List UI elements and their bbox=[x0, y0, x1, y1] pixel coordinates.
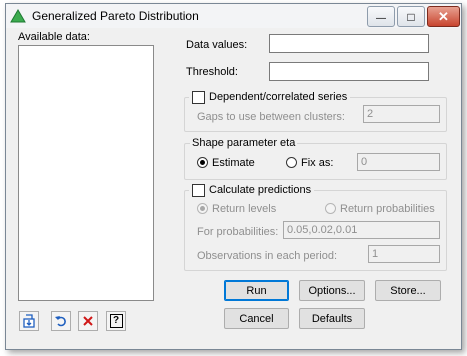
options-button[interactable]: Options... bbox=[299, 280, 365, 301]
close-button[interactable]: ✕ bbox=[427, 6, 460, 27]
predictions-checkbox[interactable] bbox=[192, 183, 205, 197]
dependent-checkbox[interactable] bbox=[192, 90, 205, 104]
select-data-icon bbox=[23, 314, 35, 328]
threshold-label: Threshold: bbox=[186, 66, 238, 78]
fix-as-label: Fix as: bbox=[301, 157, 334, 169]
run-button[interactable]: Run bbox=[224, 280, 289, 301]
for-probabilities-label: For probabilities: bbox=[197, 226, 279, 238]
return-levels-label: Return levels bbox=[212, 203, 277, 215]
undo-button[interactable] bbox=[51, 311, 71, 331]
minimize-button[interactable]: — bbox=[367, 6, 395, 27]
threshold-field[interactable] bbox=[269, 62, 429, 81]
dependent-checkbox-row[interactable]: Dependent/correlated series bbox=[189, 89, 351, 105]
help-button[interactable]: ? bbox=[106, 311, 126, 331]
return-levels-radio[interactable] bbox=[197, 203, 208, 214]
fix-as-field[interactable]: 0 bbox=[357, 153, 440, 171]
minimize-icon: — bbox=[376, 12, 386, 24]
return-probabilities-label: Return probabilities bbox=[340, 203, 435, 215]
estimate-radio[interactable] bbox=[197, 157, 208, 168]
available-data-label: Available data: bbox=[18, 31, 90, 43]
close-icon: ✕ bbox=[438, 8, 449, 24]
shape-group-label: Shape parameter eta bbox=[190, 137, 298, 149]
gaps-field[interactable]: 2 bbox=[363, 105, 440, 123]
gaps-label: Gaps to use between clusters: bbox=[197, 111, 345, 123]
observations-field[interactable]: 1 bbox=[368, 245, 440, 263]
maximize-button[interactable]: □ bbox=[397, 6, 425, 27]
clear-icon bbox=[83, 316, 93, 326]
title-bar[interactable]: Generalized Pareto Distribution — □ ✕ bbox=[6, 4, 461, 28]
fix-as-radio[interactable] bbox=[286, 157, 297, 168]
store-button[interactable]: Store... bbox=[375, 280, 441, 301]
dialog-window: Generalized Pareto Distribution — □ ✕ Av… bbox=[5, 3, 462, 350]
predictions-label: Calculate predictions bbox=[209, 184, 312, 196]
cancel-button[interactable]: Cancel bbox=[224, 308, 289, 329]
estimate-label: Estimate bbox=[212, 157, 255, 169]
for-probabilities-field[interactable]: 0.05,0.02,0.01 bbox=[283, 221, 440, 239]
data-values-label: Data values: bbox=[186, 39, 248, 51]
observations-label: Observations in each period: bbox=[197, 250, 338, 262]
return-probabilities-radio[interactable] bbox=[325, 203, 336, 214]
window-title: Generalized Pareto Distribution bbox=[32, 9, 199, 23]
data-values-field[interactable] bbox=[269, 34, 429, 53]
available-data-list[interactable] bbox=[18, 45, 154, 301]
clear-button[interactable] bbox=[78, 311, 98, 331]
maximize-icon: □ bbox=[407, 9, 415, 24]
undo-icon bbox=[55, 316, 66, 327]
select-data-button[interactable] bbox=[19, 311, 39, 331]
defaults-button[interactable]: Defaults bbox=[299, 308, 365, 329]
dependent-label: Dependent/correlated series bbox=[209, 91, 348, 103]
help-icon: ? bbox=[109, 314, 123, 328]
predictions-checkbox-row[interactable]: Calculate predictions bbox=[189, 182, 315, 198]
app-icon bbox=[10, 9, 26, 23]
